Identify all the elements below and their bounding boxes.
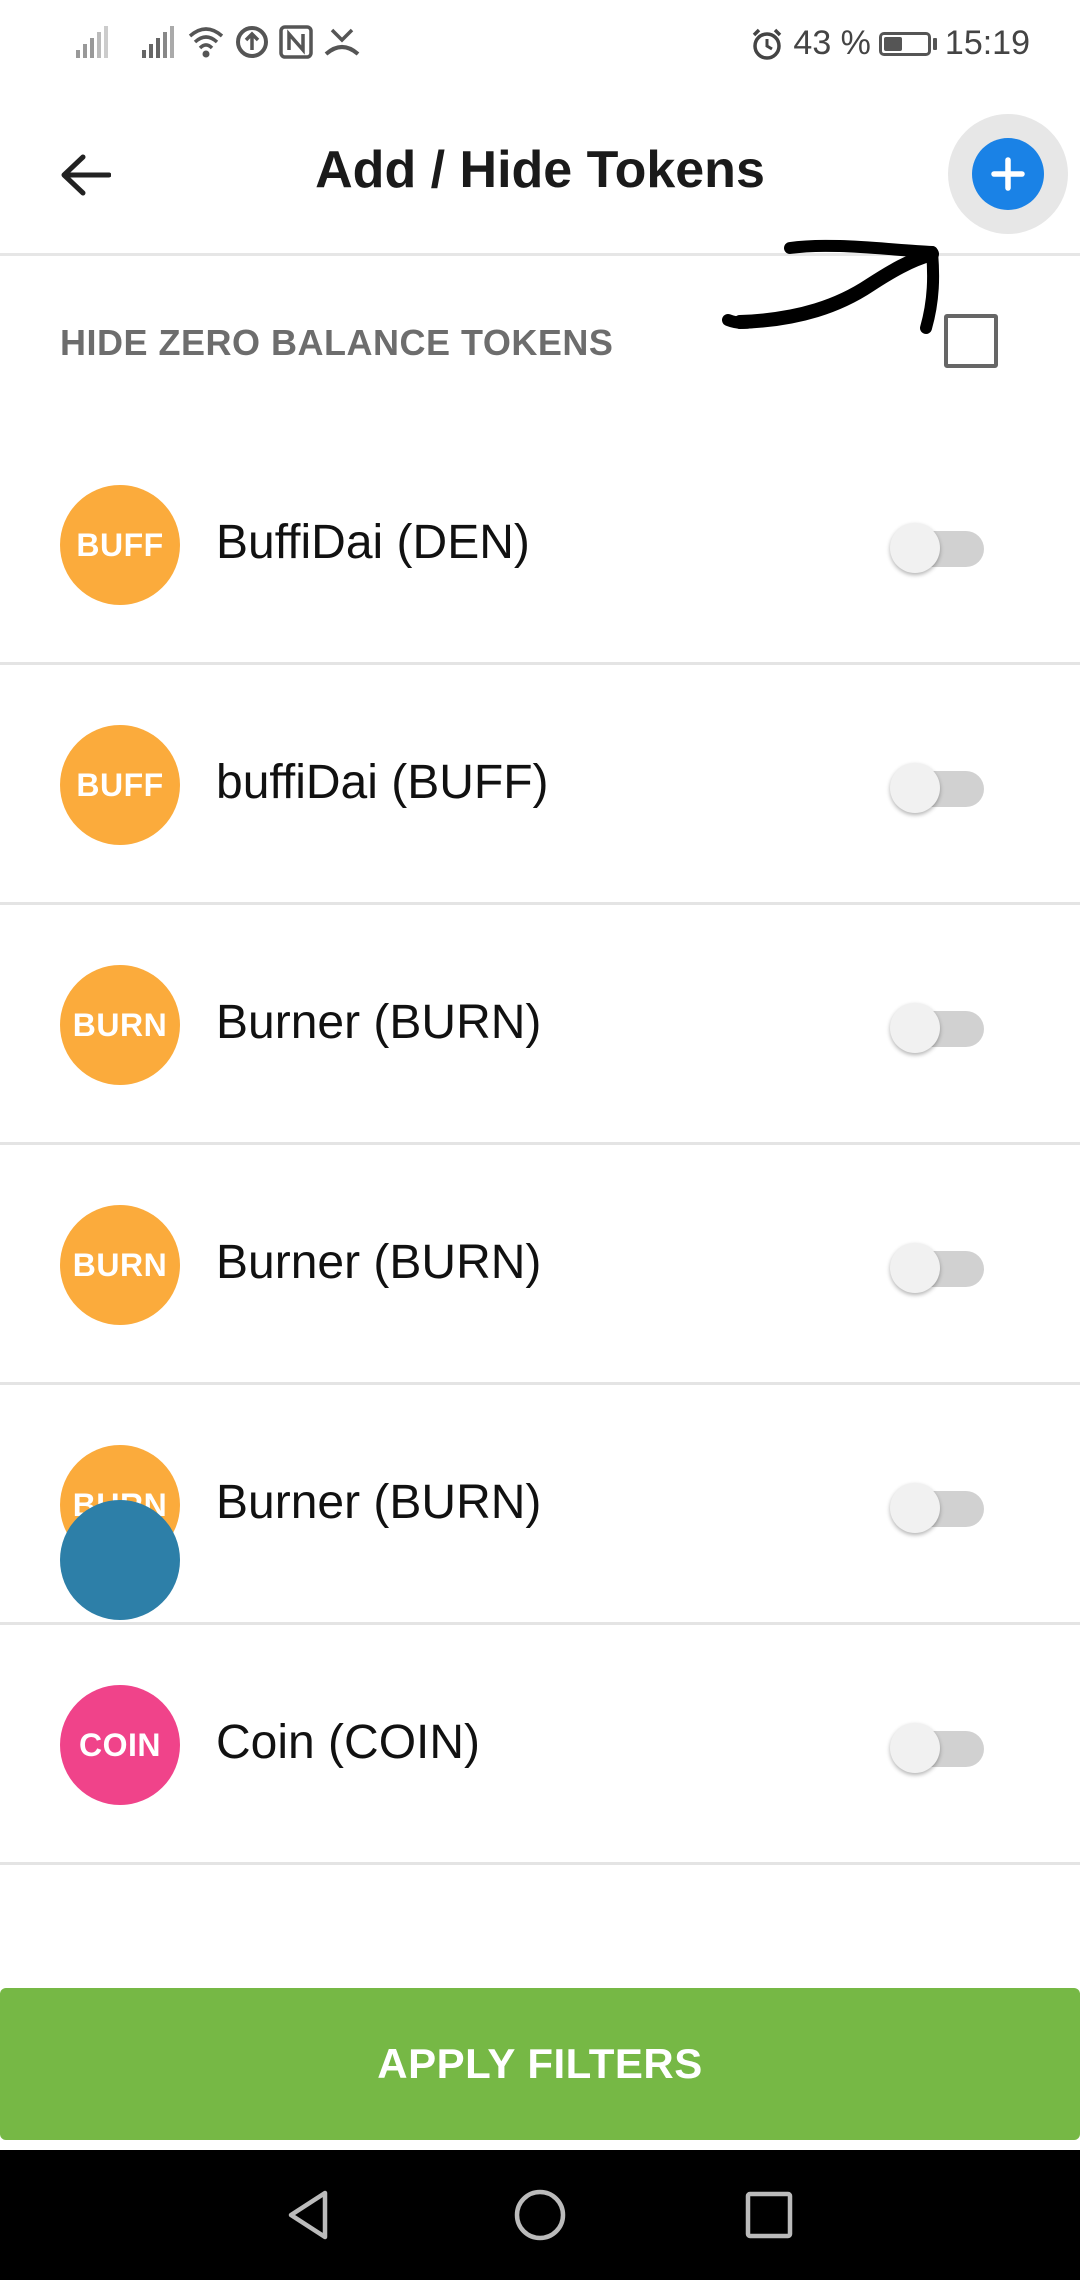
token-name: Burner (BURN) <box>216 1476 542 1529</box>
token-badge: COIN <box>60 1685 180 1805</box>
nav-recents-icon <box>745 2191 793 2239</box>
token-row: BURN Burner (BURN) <box>0 905 1080 1145</box>
token-row: BUFF buffiDai (BUFF) <box>0 665 1080 905</box>
nav-home-icon <box>514 2189 566 2241</box>
add-token-button[interactable] <box>948 114 1068 234</box>
page-title: Add / Hide Tokens <box>315 141 765 199</box>
token-row: COIN Coin (COIN) <box>0 1625 1080 1865</box>
hand-drawn-arrow <box>722 239 940 334</box>
nfc-icon <box>279 25 313 59</box>
toggle-knob <box>890 763 940 813</box>
alarm-icon <box>753 28 782 60</box>
toggle-knob <box>890 1243 940 1293</box>
battery-percent: 43 % <box>793 24 871 62</box>
token-visibility-toggle[interactable] <box>890 1723 986 1773</box>
wifi-icon <box>188 27 224 58</box>
system-nav-bar <box>0 2150 1080 2280</box>
missed-call-icon <box>324 28 360 56</box>
token-row: BUFF BuffiDai (DEN) <box>0 425 1080 665</box>
battery-icon <box>878 31 937 56</box>
token-name: Burner (BURN) <box>216 996 542 1049</box>
nav-recents-button[interactable] <box>734 2180 804 2250</box>
token-name: buffiDai (BUFF) <box>216 756 549 809</box>
token-visibility-toggle[interactable] <box>890 763 986 813</box>
clock: 15:19 <box>944 24 1030 62</box>
data-saver-icon <box>236 26 268 58</box>
token-badge-partial <box>60 1500 180 1620</box>
token-visibility-toggle[interactable] <box>890 523 986 573</box>
signal-icon <box>76 26 108 58</box>
token-badge: BURN <box>60 965 180 1085</box>
toggle-knob <box>890 1483 940 1533</box>
token-visibility-toggle[interactable] <box>890 1243 986 1293</box>
apply-filters-button[interactable]: APPLY FILTERS <box>0 1988 1080 2140</box>
token-badge: BUFF <box>60 485 180 605</box>
status-icons-right: 43 % 15:19 <box>749 24 1030 63</box>
token-row: BURN Burner (BURN) <box>0 1145 1080 1385</box>
token-visibility-toggle[interactable] <box>890 1003 986 1053</box>
token-badge: BURN <box>60 1205 180 1325</box>
hide-zero-balance-checkbox[interactable] <box>944 314 998 368</box>
token-name: Burner (BURN) <box>216 1236 542 1289</box>
nav-back-button[interactable] <box>274 2180 344 2250</box>
toggle-knob <box>890 1003 940 1053</box>
status-icons-left <box>72 22 362 62</box>
plus-icon <box>991 157 1025 191</box>
toggle-knob <box>890 523 940 573</box>
token-badge: BUFF <box>60 725 180 845</box>
token-name: BuffiDai (DEN) <box>216 516 530 569</box>
nav-back-icon <box>288 2190 328 2240</box>
token-name: Coin (COIN) <box>216 1716 481 1769</box>
token-list: BUFF BuffiDai (DEN) BUFF buffiDai (BUFF) BUR… <box>0 425 1080 1935</box>
token-visibility-toggle[interactable] <box>890 1483 986 1533</box>
signal-icon <box>142 26 174 58</box>
add-token-circle <box>972 138 1044 210</box>
toggle-knob <box>890 1723 940 1773</box>
nav-home-button[interactable] <box>505 2180 575 2250</box>
status-bar: 43 % 15:19 <box>0 0 1080 94</box>
hide-zero-balance-label: HIDE ZERO BALANCE TOKENS <box>60 322 614 363</box>
